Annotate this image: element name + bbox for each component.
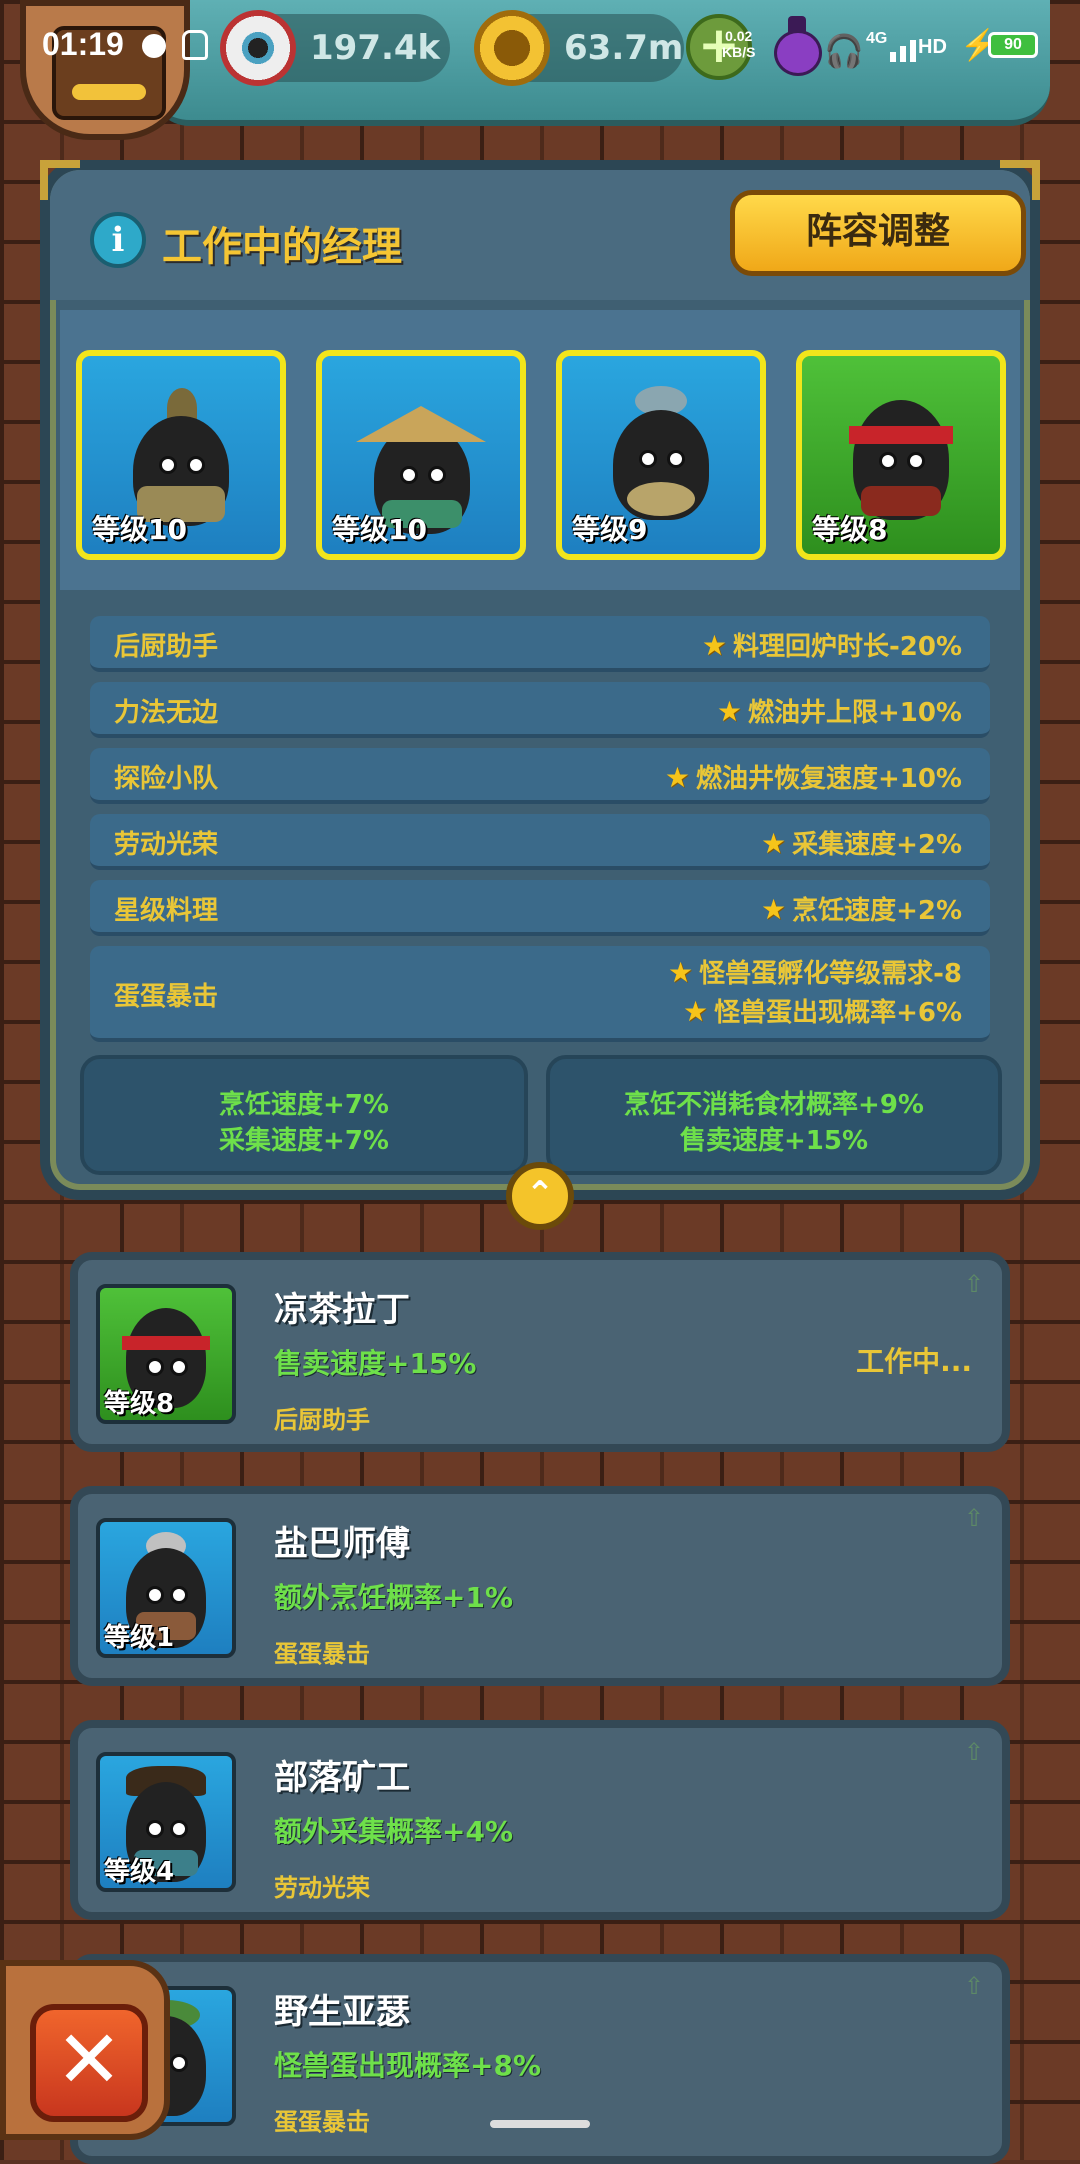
upgrade-arrow-icon[interactable]: ⇧ xyxy=(964,1972,988,2000)
summary-right: 烹饪不消耗食材概率+9% 售卖速度+15% xyxy=(546,1055,1002,1175)
buff-effect: ★ 怪兽蛋孵化等级需求-8 ★ 怪兽蛋出现概率+6% xyxy=(668,956,962,1028)
buff-effect: ★ 燃油井恢复速度+10% xyxy=(664,761,962,794)
manager-thumbnail: 等级1 xyxy=(96,1518,236,1658)
adjust-lineup-button[interactable]: 阵容调整 xyxy=(730,190,1026,276)
buff-name: 蛋蛋暴击 xyxy=(114,982,219,1012)
notification-dot-icon xyxy=(142,34,166,58)
upgrade-arrow-icon[interactable]: ⇧ xyxy=(964,1504,988,1532)
close-button-frame: ✕ xyxy=(0,1960,170,2140)
star-icon: ★ xyxy=(716,695,742,728)
buff-name: 探险小队 xyxy=(114,764,219,794)
working-manager-card[interactable]: 等级10 xyxy=(76,350,286,560)
status-bar: 01:19 0.02 KB/S 🎧 4G HD ⚡ 90 xyxy=(0,0,1080,90)
network-type: 4G xyxy=(866,30,888,47)
working-manager-card[interactable]: 等级8 xyxy=(796,350,1006,560)
manager-skill: 蛋蛋暴击 xyxy=(274,1640,370,1668)
info-icon[interactable]: i xyxy=(90,212,146,268)
star-icon: ★ xyxy=(760,827,787,860)
manager-list-item[interactable]: 等级4 部落矿工 额外采集概率+4% 劳动光荣 ⇧ xyxy=(70,1720,1010,1920)
manager-level: 等级10 xyxy=(92,513,187,546)
manager-thumbnail: 等级8 xyxy=(96,1284,236,1424)
manager-thumbnail: 等级4 xyxy=(96,1752,236,1892)
star-icon: ★ xyxy=(668,956,694,989)
buff-effect: ★ 采集速度+2% xyxy=(760,827,962,860)
manager-name: 盐巴师傅 xyxy=(274,1524,410,1564)
buff-row: 力法无边 ★ 燃油井上限+10% xyxy=(90,682,990,738)
notification-bell-icon xyxy=(182,30,208,60)
buff-name: 劳动光荣 xyxy=(114,830,219,860)
manager-level: 等级9 xyxy=(572,513,648,546)
manager-name: 部落矿工 xyxy=(274,1758,410,1798)
upgrade-arrow-icon[interactable]: ⇧ xyxy=(964,1738,988,1766)
working-managers-panel xyxy=(40,160,1040,1200)
buff-row: 星级料理 ★ 烹饪速度+2% xyxy=(90,880,990,936)
buff-name: 力法无边 xyxy=(114,698,219,728)
panel-title: 工作中的经理 xyxy=(162,224,402,270)
buff-name: 星级料理 xyxy=(114,896,219,926)
manager-name: 野生亚瑟 xyxy=(274,1992,410,2032)
gesture-nav-bar[interactable] xyxy=(490,2120,590,2128)
buff-name: 后厨助手 xyxy=(114,632,219,662)
manager-name: 凉茶拉丁 xyxy=(274,1290,410,1330)
hd-indicator: HD xyxy=(918,36,947,58)
manager-skill: 劳动光荣 xyxy=(274,1874,370,1902)
manager-status: 工作中... xyxy=(856,1345,972,1378)
buff-row: 蛋蛋暴击 ★ 怪兽蛋孵化等级需求-8 ★ 怪兽蛋出现概率+6% xyxy=(90,946,990,1042)
star-icon: ★ xyxy=(664,761,690,794)
manager-list-item[interactable]: 野生亚瑟 怪兽蛋出现概率+8% 蛋蛋暴击 ⇧ xyxy=(70,1954,1010,2164)
working-manager-card[interactable]: 等级9 xyxy=(556,350,766,560)
working-manager-card[interactable]: 等级10 xyxy=(316,350,526,560)
buff-row: 劳动光荣 ★ 采集速度+2% xyxy=(90,814,990,870)
frame-corner xyxy=(40,160,80,200)
manager-bonus: 怪兽蛋出现概率+8% xyxy=(274,2049,541,2082)
manager-bonus: 售卖速度+15% xyxy=(274,1347,477,1380)
star-icon: ★ xyxy=(682,995,709,1028)
clock: 01:19 xyxy=(42,26,124,62)
headset-icon: 🎧 xyxy=(824,33,864,69)
potion-icon[interactable] xyxy=(770,16,824,76)
manager-list-item[interactable]: 等级8 凉茶拉丁 售卖速度+15% 后厨助手 工作中... ⇧ xyxy=(70,1252,1010,1452)
buff-row: 后厨助手 ★ 料理回炉时长-20% xyxy=(90,616,990,672)
buff-effect: ★ 料理回炉时长-20% xyxy=(701,629,962,662)
buff-row: 探险小队 ★ 燃油井恢复速度+10% xyxy=(90,748,990,804)
upgrade-arrow-icon[interactable]: ⇧ xyxy=(964,1270,988,1298)
manager-skill: 蛋蛋暴击 xyxy=(274,2108,370,2136)
star-icon: ★ xyxy=(760,893,787,926)
close-icon[interactable]: ✕ xyxy=(30,2004,148,2122)
manager-bonus: 额外采集概率+4% xyxy=(274,1815,513,1848)
manager-list-item[interactable]: 等级1 盐巴师傅 额外烹饪概率+1% 蛋蛋暴击 ⇧ xyxy=(70,1486,1010,1686)
chevron-up-icon[interactable]: ⌃ xyxy=(506,1162,574,1230)
network-speed: 0.02 KB/S xyxy=(722,28,756,60)
star-icon: ★ xyxy=(701,629,727,662)
battery-icon: 90 xyxy=(988,32,1038,58)
summary-left: 烹饪速度+7% 采集速度+7% xyxy=(80,1055,528,1175)
manager-bonus: 额外烹饪概率+1% xyxy=(274,1581,513,1614)
buff-effect: ★ 烹饪速度+2% xyxy=(760,893,962,926)
manager-level: 等级8 xyxy=(812,513,888,546)
buff-effect: ★ 燃油井上限+10% xyxy=(716,695,962,728)
manager-skill: 后厨助手 xyxy=(274,1406,370,1434)
manager-level: 等级10 xyxy=(332,513,427,546)
